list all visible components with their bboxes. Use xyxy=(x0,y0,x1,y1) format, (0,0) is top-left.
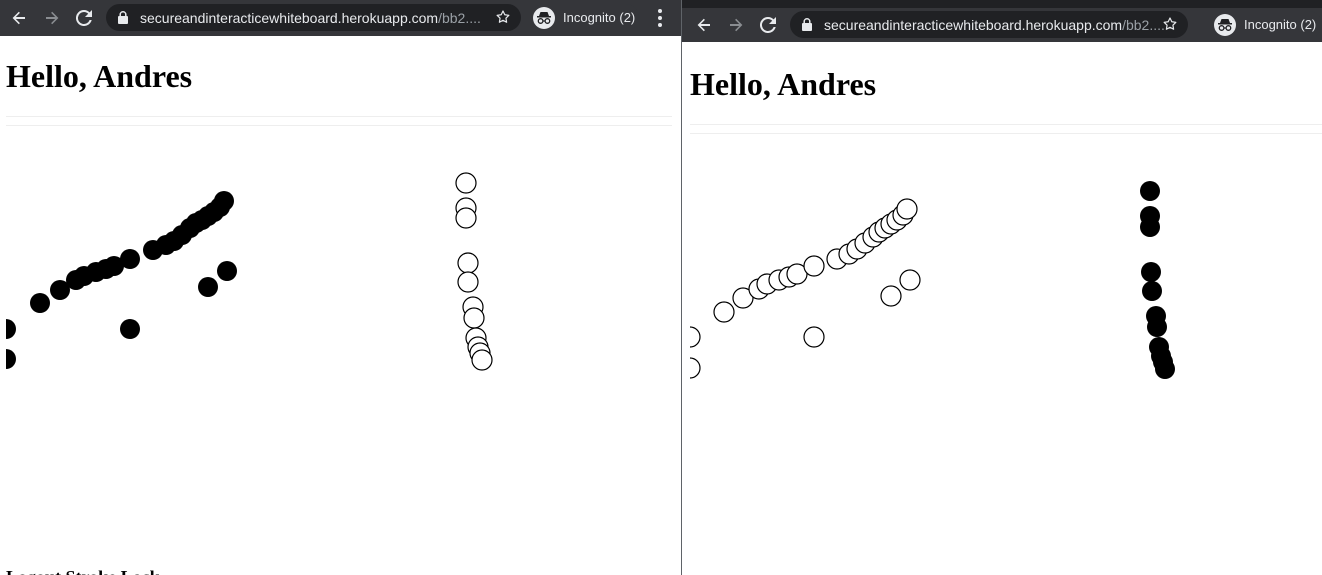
hollow-stroke-dot xyxy=(803,326,825,348)
hollow-stroke-dot xyxy=(880,285,902,307)
incognito-label: Incognito (2) xyxy=(563,10,636,25)
back-arrow-icon xyxy=(12,11,25,25)
right-browser-window: secureandinteracticewhiteboard.herokuapp… xyxy=(682,0,1322,575)
tab-strip xyxy=(682,0,1322,8)
filled-stroke-dot xyxy=(1142,281,1162,301)
incognito-badge[interactable]: Incognito (2) xyxy=(1212,11,1322,38)
filled-stroke-dot xyxy=(30,293,50,313)
hollow-stroke-dot xyxy=(455,207,477,229)
forward-arrow-icon xyxy=(730,18,743,32)
address-bar[interactable]: secureandinteracticewhiteboard.herokuapp… xyxy=(106,4,521,31)
filled-stroke-dot xyxy=(214,191,234,211)
reload-icon xyxy=(760,17,776,33)
divider-rule xyxy=(6,125,672,126)
page-content: Hello, Andres xyxy=(682,42,1322,575)
page-content: Hello, Andres Logout Stroke Lock xyxy=(0,36,681,575)
incognito-label: Incognito (2) xyxy=(1244,17,1317,32)
hollow-stroke-dot xyxy=(457,271,479,293)
filled-stroke-dot xyxy=(1147,317,1167,337)
divider-rule xyxy=(6,116,672,117)
filled-stroke-dot xyxy=(120,319,140,339)
reload-button[interactable] xyxy=(756,8,780,42)
hollow-stroke-dot xyxy=(896,198,918,220)
url-host: secureandinteracticewhiteboard.herokuapp… xyxy=(824,16,1123,33)
filled-stroke-dot xyxy=(1141,262,1161,282)
address-bar[interactable]: secureandinteracticewhiteboard.herokuapp… xyxy=(790,11,1188,38)
filled-stroke-dot xyxy=(198,277,218,297)
back-button[interactable] xyxy=(692,8,716,42)
hollow-stroke-dot xyxy=(899,269,921,291)
url-host: secureandinteracticewhiteboard.herokuapp… xyxy=(140,9,439,26)
incognito-icon xyxy=(1214,13,1236,36)
page-footer-text: Logout Stroke Lock xyxy=(6,567,160,575)
hollow-stroke-dot xyxy=(455,172,477,194)
browser-toolbar: secureandinteracticewhiteboard.herokuapp… xyxy=(0,0,681,36)
hollow-stroke-dot xyxy=(457,252,479,274)
url-text: secureandinteracticewhiteboard.herokuapp… xyxy=(824,17,1165,33)
back-arrow-icon xyxy=(697,18,710,32)
filled-stroke-dot xyxy=(1155,359,1175,379)
hollow-stroke-dot xyxy=(803,255,825,277)
whiteboard-canvas[interactable] xyxy=(690,148,1322,568)
hollow-stroke-dot xyxy=(471,349,493,371)
divider-rule xyxy=(690,124,1322,125)
filled-stroke-dot xyxy=(1140,181,1160,201)
filled-stroke-dot xyxy=(6,349,16,369)
incognito-icon xyxy=(533,6,555,29)
lock-icon xyxy=(802,18,814,31)
page-title: Hello, Andres xyxy=(690,66,877,102)
star-icon[interactable] xyxy=(495,9,511,25)
url-text: secureandinteracticewhiteboard.herokuapp… xyxy=(140,10,481,26)
forward-arrow-icon xyxy=(46,11,59,25)
kebab-menu-icon[interactable] xyxy=(650,0,670,36)
divider-rule xyxy=(690,133,1322,134)
hollow-stroke-dot xyxy=(713,301,735,323)
reload-button[interactable] xyxy=(72,0,96,36)
filled-stroke-dot xyxy=(120,249,140,269)
star-icon[interactable] xyxy=(1162,16,1178,32)
hollow-stroke-dot xyxy=(463,307,485,329)
hollow-stroke-dot xyxy=(690,357,701,379)
forward-button[interactable] xyxy=(724,8,748,42)
left-browser-window: secureandinteracticewhiteboard.herokuapp… xyxy=(0,0,681,575)
filled-stroke-dot xyxy=(217,261,237,281)
whiteboard-canvas[interactable] xyxy=(6,140,672,560)
filled-stroke-dot xyxy=(6,319,16,339)
browser-toolbar: secureandinteracticewhiteboard.herokuapp… xyxy=(682,8,1322,42)
reload-icon xyxy=(76,10,92,26)
forward-button[interactable] xyxy=(40,0,64,36)
incognito-badge[interactable]: Incognito (2) xyxy=(531,4,639,31)
url-path: /bb2.... xyxy=(438,9,481,26)
filled-stroke-dot xyxy=(1140,217,1160,237)
lock-icon xyxy=(118,11,130,24)
back-button[interactable] xyxy=(7,0,31,36)
url-path: /bb2.... xyxy=(1122,16,1165,33)
page-title: Hello, Andres xyxy=(6,58,193,94)
hollow-stroke-dot xyxy=(690,326,701,348)
